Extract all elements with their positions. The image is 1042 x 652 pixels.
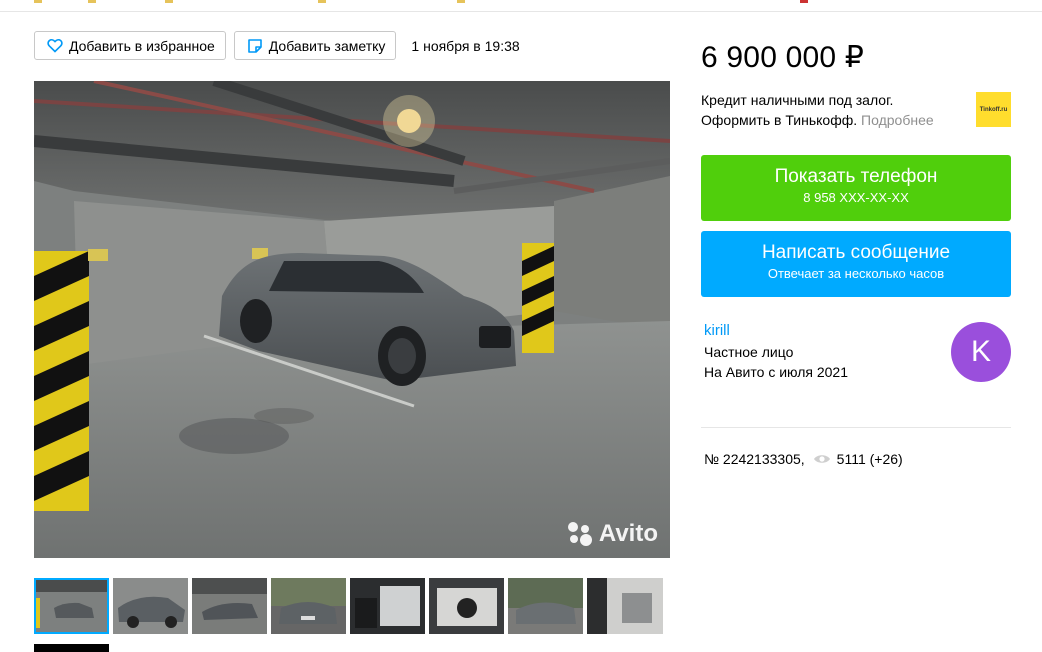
add-note-button[interactable]: Добавить заметку [233, 31, 397, 60]
show-phone-button[interactable]: Показать телефон 8 958 XXX-XX-XX [701, 155, 1011, 221]
section-divider [701, 427, 1011, 428]
seller-name-link[interactable]: kirill [704, 322, 730, 339]
add-note-label: Добавить заметку [268, 37, 386, 54]
credit-line-2-text: Оформить в Тинькофф. [701, 112, 858, 128]
show-phone-label: Показать телефон [774, 166, 938, 187]
tinkoff-logo[interactable]: Tinkoff.ru [976, 92, 1011, 127]
heart-icon [47, 39, 63, 53]
watermark-text: Avito [598, 520, 658, 547]
listing-meta: № 2242133305, 5111 (+26) [704, 451, 903, 467]
listing-number: № 2242133305, [704, 451, 805, 467]
avito-logo-icon [567, 521, 593, 547]
add-favorite-label: Добавить в избранное [69, 37, 215, 54]
write-message-label: Написать сообщение [761, 242, 951, 263]
thumbnail-2[interactable] [113, 578, 188, 634]
reply-time-label: Отвечает за несколько часов [767, 266, 945, 281]
note-icon [247, 38, 262, 53]
thumbnail-6[interactable] [429, 578, 504, 634]
phone-number-masked: 8 958 XXX-XX-XX [803, 190, 909, 205]
seller-avatar[interactable]: K [951, 322, 1011, 382]
write-message-button[interactable]: Написать сообщение Отвечает за несколько… [701, 231, 1011, 297]
main-photo[interactable]: Avito [34, 81, 670, 558]
thumbnail-strip [34, 578, 663, 634]
listing-actions: Добавить в избранное Добавить заметку 1 … [34, 31, 520, 60]
thumbnail-1[interactable] [34, 578, 109, 634]
thumbnail-scroll-indicator [34, 644, 109, 652]
publish-date: 1 ноября в 19:38 [411, 37, 520, 54]
view-count: 5111 (+26) [836, 451, 903, 467]
thumbnail-3[interactable] [192, 578, 267, 634]
price: 6 900 000 ₽ [701, 41, 865, 74]
thumbnail-5[interactable] [350, 578, 425, 634]
thumbnail-8[interactable] [587, 578, 663, 634]
thumbnail-4[interactable] [271, 578, 346, 634]
add-favorite-button[interactable]: Добавить в избранное [34, 31, 226, 60]
credit-offer: Кредит наличными под залог. Оформить в Т… [701, 90, 961, 130]
garage-car-photo [34, 81, 670, 558]
seller-since: На Авито с июля 2021 [704, 364, 848, 380]
credit-line-1: Кредит наличными под залог. [701, 92, 894, 108]
avito-watermark: Avito [567, 520, 658, 548]
credit-line-2: Оформить в Тинькофф. Подробнее [701, 110, 961, 130]
top-divider [0, 0, 1042, 12]
seller-type: Частное лицо [704, 344, 794, 360]
eye-icon [813, 455, 830, 463]
thumbnail-7[interactable] [508, 578, 583, 634]
credit-more-link[interactable]: Подробнее [861, 112, 934, 128]
